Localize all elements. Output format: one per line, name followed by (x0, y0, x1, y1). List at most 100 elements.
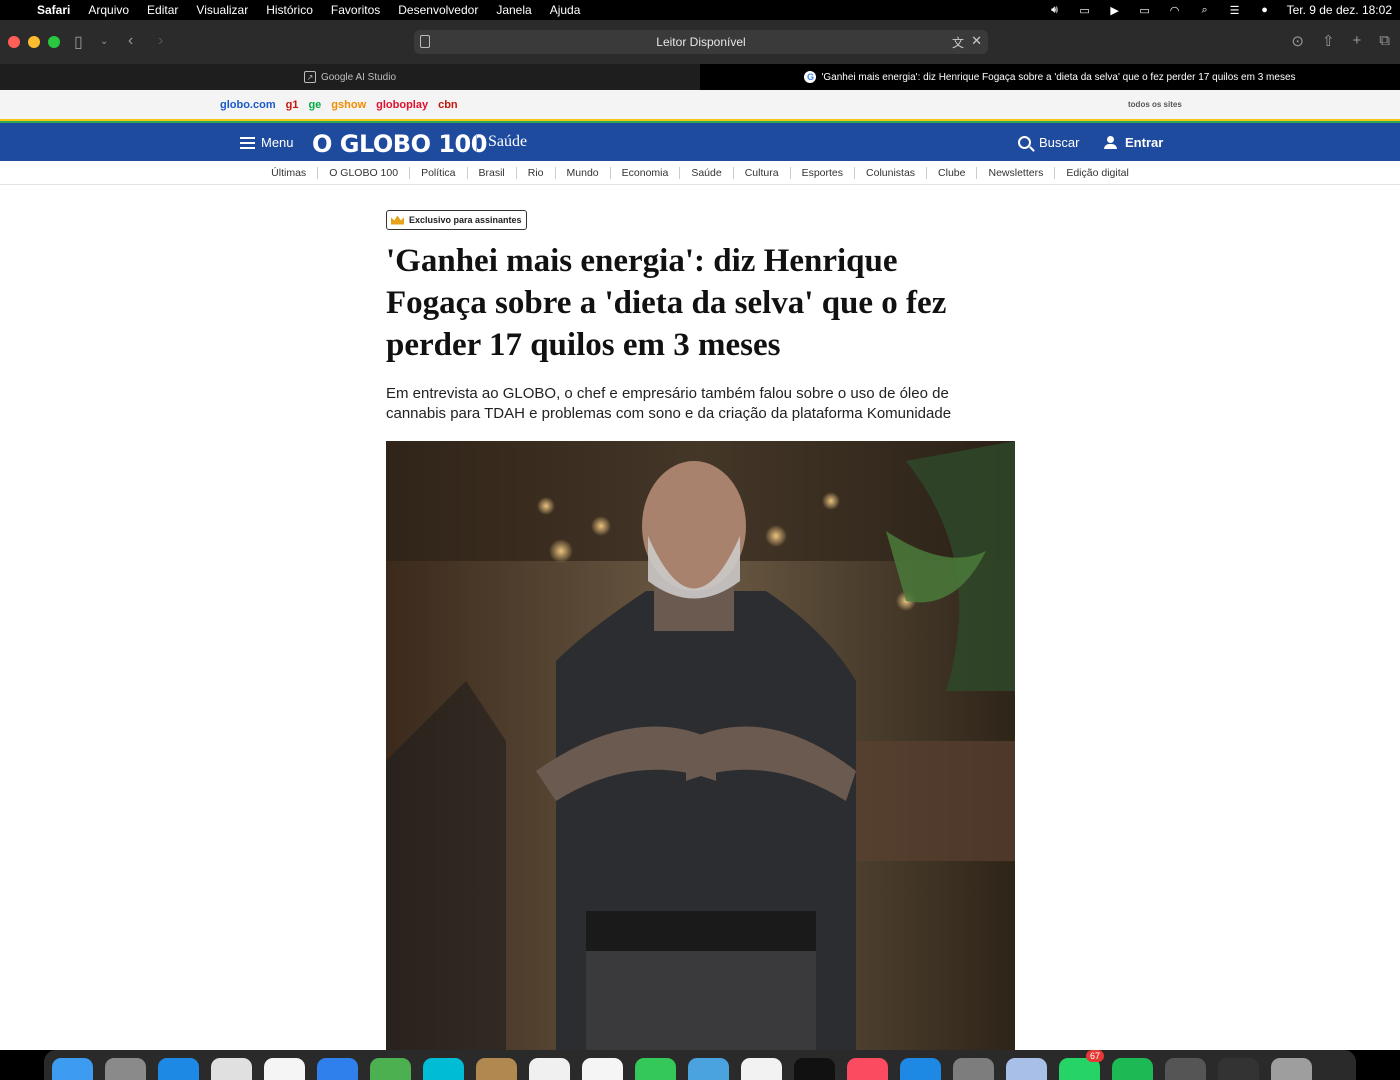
calendar-icon[interactable] (582, 1058, 623, 1080)
tab-google-ai-studio[interactable]: ↗ Google AI Studio (0, 64, 700, 90)
section-title[interactable]: Saúde (488, 133, 527, 151)
section-nav-item[interactable]: Colunistas (855, 166, 928, 179)
globo-site-link[interactable]: ge (308, 99, 321, 111)
section-nav-item[interactable]: Rio (517, 166, 556, 179)
document-thumbnail-icon[interactable] (1165, 1058, 1206, 1080)
globo-site-link[interactable]: globoplay (376, 99, 428, 111)
globo-sites-list: globo.com g1 ge gshow globoplay cbn (220, 99, 458, 111)
notes-app-icon[interactable] (476, 1058, 517, 1080)
minimize-window-button[interactable] (28, 36, 40, 48)
downloads-icon[interactable]: ⊙ (1291, 32, 1304, 50)
system-settings-icon[interactable] (953, 1058, 994, 1080)
section-nav-item[interactable]: Últimas (260, 166, 319, 179)
browser-toolbar: ▯ ⌄ ‹ › Leitor Disponível 文 ✕ ⊙ ⇧ + ⧉ (0, 20, 1400, 64)
reminders-icon[interactable] (529, 1058, 570, 1080)
tab-label: 'Ganhei mais energia': diz Henrique Foga… (821, 71, 1296, 83)
section-nav-item[interactable]: Clube (927, 166, 978, 179)
folder-icon[interactable] (1006, 1058, 1047, 1080)
section-nav-item[interactable]: Newsletters (977, 166, 1056, 179)
section-nav-item[interactable]: Política (410, 166, 468, 179)
volume-icon[interactable]: 🔊︎ (1047, 4, 1063, 16)
canva-icon[interactable] (423, 1058, 464, 1080)
preview-icon[interactable] (688, 1058, 729, 1080)
app-store-icon[interactable] (900, 1058, 941, 1080)
window-controls (0, 36, 60, 48)
menu-ajuda[interactable]: Ajuda (541, 3, 590, 17)
search-button[interactable]: Buscar (1018, 135, 1079, 150)
login-button[interactable]: Entrar (1104, 135, 1163, 150)
menubar-clock[interactable]: Ter. 9 de dez. 18:02 (1287, 3, 1392, 17)
window-thumbnail-icon[interactable] (1218, 1058, 1259, 1080)
spotlight-search-icon[interactable]: ⌕ (1197, 4, 1213, 16)
display-icon[interactable]: ▭ (1077, 4, 1093, 17)
photos-icon[interactable] (741, 1058, 782, 1080)
maps-icon[interactable] (370, 1058, 411, 1080)
spotify-icon[interactable] (1112, 1058, 1153, 1080)
globo-site-link[interactable]: globo.com (220, 99, 276, 111)
all-sites-link[interactable]: todos os sites (1128, 100, 1182, 109)
siri-icon[interactable]: ● (1257, 4, 1273, 16)
crown-icon (391, 215, 404, 225)
section-nav-item[interactable]: Mundo (556, 166, 611, 179)
battery-icon[interactable]: ▭ (1137, 4, 1153, 17)
wifi-icon[interactable]: ◠ (1167, 4, 1183, 17)
tab-label: Google AI Studio (320, 71, 397, 83)
capcut-icon[interactable] (264, 1058, 305, 1080)
macos-menubar: Safari Arquivo Editar Visualizar Históri… (0, 0, 1400, 20)
chevron-down-icon[interactable]: ⌄ (100, 36, 108, 47)
address-text: Leitor Disponível (656, 35, 746, 49)
close-window-button[interactable] (8, 36, 20, 48)
sidebar-toggle-icon[interactable]: ▯ (74, 32, 83, 52)
share-icon[interactable]: ⇧ (1322, 32, 1335, 50)
zoom-window-button[interactable] (48, 36, 60, 48)
music-icon[interactable] (847, 1058, 888, 1080)
section-nav-item[interactable]: Economia (611, 166, 681, 179)
hamburger-icon (240, 136, 255, 149)
section-nav-item[interactable]: Cultura (734, 166, 791, 179)
chrome-icon[interactable] (211, 1058, 252, 1080)
o-globo-logo[interactable]: O GLOBO 100 (312, 130, 487, 158)
play-icon[interactable]: ▶ (1107, 4, 1123, 17)
whatsapp-icon[interactable]: 67 (1059, 1050, 1104, 1080)
macos-dock: 67 (44, 1050, 1356, 1080)
ai-studio-favicon-icon: ↗ (303, 71, 316, 83)
launchpad-icon[interactable] (105, 1058, 146, 1080)
menu-janela[interactable]: Janela (487, 3, 540, 17)
section-nav-item[interactable]: Saúde (680, 166, 734, 179)
menu-desenvolvedor[interactable]: Desenvolvedor (389, 3, 487, 17)
menu-button[interactable]: Menu (240, 135, 294, 150)
apple-tv-icon[interactable] (794, 1058, 835, 1080)
globo-site-link[interactable]: gshow (331, 99, 366, 111)
reader-mode-icon[interactable] (420, 35, 430, 48)
translate-icon[interactable]: 文 (952, 34, 964, 51)
section-nav-item[interactable]: Esportes (791, 166, 856, 179)
safari-icon[interactable] (158, 1058, 199, 1080)
menu-favoritos[interactable]: Favoritos (322, 3, 389, 17)
trash-icon[interactable] (1271, 1058, 1312, 1080)
back-button[interactable]: ‹ (128, 32, 133, 50)
search-icon (1018, 136, 1031, 149)
facetime-icon[interactable] (635, 1058, 676, 1080)
tab-article[interactable]: G 'Ganhei mais energia': diz Henrique Fo… (700, 64, 1400, 90)
menu-app-name[interactable]: Safari (28, 3, 79, 17)
section-nav-item[interactable]: Edição digital (1055, 167, 1139, 179)
new-tab-icon[interactable]: + (1353, 32, 1362, 50)
globo-site-link[interactable]: cbn (438, 99, 458, 111)
menu-arquivo[interactable]: Arquivo (79, 3, 138, 17)
finder-icon[interactable] (52, 1058, 93, 1080)
globo-site-link[interactable]: g1 (286, 99, 299, 111)
menu-editar[interactable]: Editar (138, 3, 187, 17)
control-center-icon[interactable]: ☰ (1227, 4, 1243, 17)
forward-button[interactable]: › (158, 32, 163, 50)
mail-icon[interactable] (317, 1058, 358, 1080)
notification-badge: 67 (1085, 1050, 1104, 1062)
address-bar[interactable]: Leitor Disponível 文 ✕ (414, 30, 988, 54)
menu-historico[interactable]: Histórico (257, 3, 322, 17)
section-nav-item[interactable]: Brasil (468, 166, 517, 179)
tab-overview-icon[interactable]: ⧉ (1379, 32, 1390, 50)
article: Exclusivo para assinantes 'Ganhei mais e… (386, 210, 1016, 423)
close-icon[interactable]: ✕ (971, 33, 982, 49)
menu-visualizar[interactable]: Visualizar (187, 3, 257, 17)
search-label: Buscar (1039, 135, 1080, 150)
section-nav-item[interactable]: O GLOBO 100 (318, 166, 411, 179)
